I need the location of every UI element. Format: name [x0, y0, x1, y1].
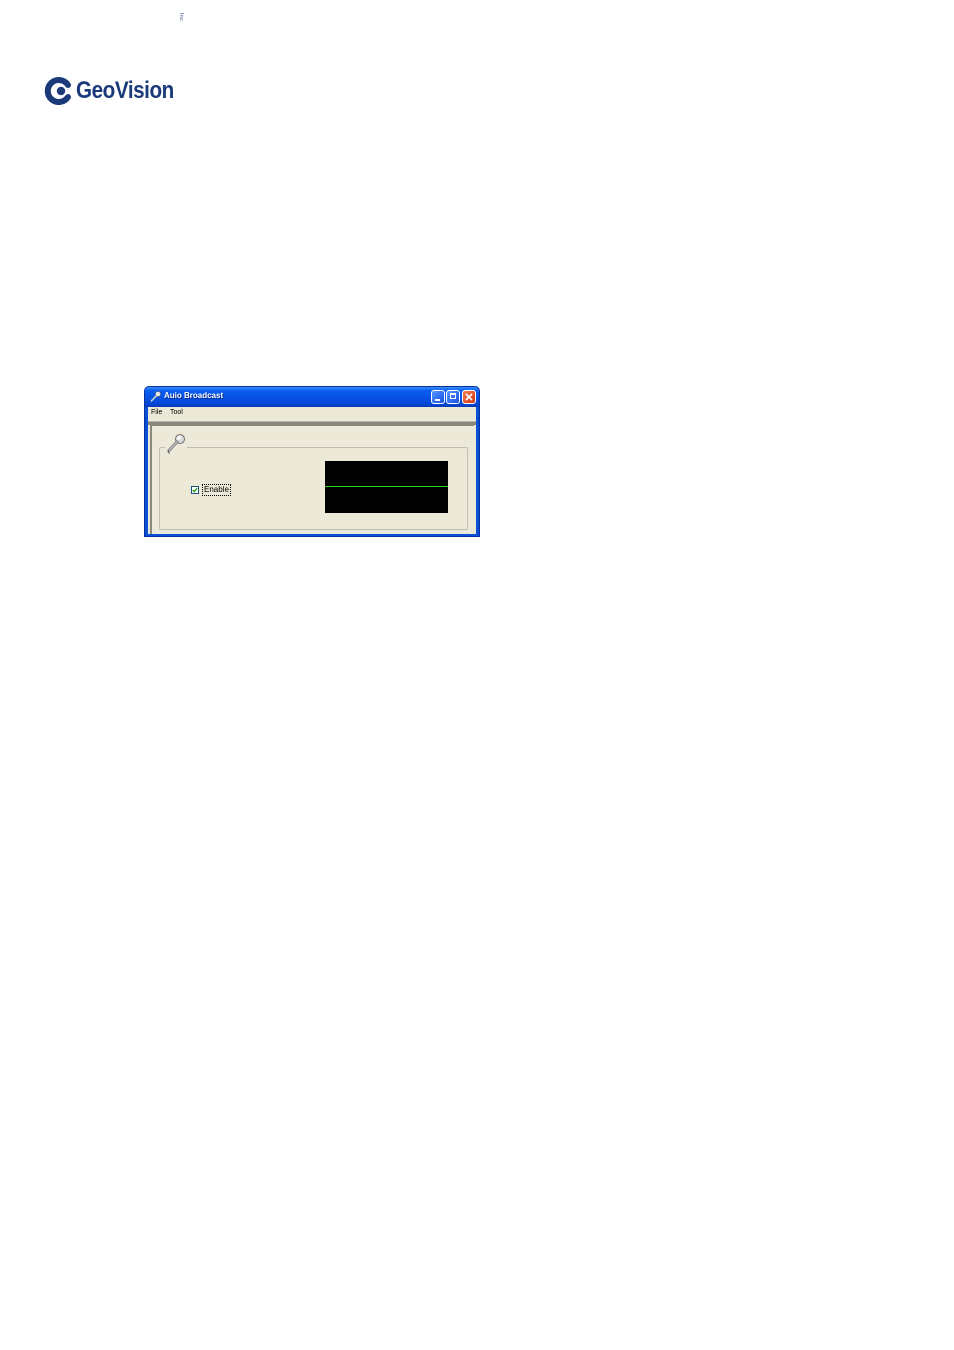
minimize-button[interactable]	[431, 390, 445, 404]
menu-file[interactable]: File	[151, 409, 162, 416]
menu-bar: File Tool	[148, 407, 476, 420]
geovision-logo: GeoVision	[44, 74, 190, 108]
menu-tool[interactable]: Tool	[170, 409, 183, 416]
geovision-logo-icon	[44, 77, 71, 105]
enable-label[interactable]: Enable	[202, 484, 231, 496]
checkmark-icon	[192, 487, 198, 493]
enable-checkbox[interactable]	[191, 486, 199, 494]
maximize-button[interactable]	[446, 390, 460, 404]
waveform-trace	[325, 486, 448, 487]
logo-inc-text: Inc.	[178, 13, 184, 24]
close-icon	[465, 393, 473, 401]
microphone-icon	[165, 433, 187, 455]
window-title: Auio Broadcast	[164, 391, 224, 400]
logo-brand-text: GeoVision	[76, 77, 174, 104]
window-client-area: File Tool Enable	[148, 407, 476, 534]
audio-broadcast-window: Auio Broadcast File Tool Enable	[144, 386, 480, 537]
close-button[interactable]	[462, 390, 476, 404]
audio-waveform-display	[325, 461, 448, 513]
microphone-icon	[150, 391, 161, 402]
title-bar[interactable]: Auio Broadcast	[145, 387, 479, 407]
